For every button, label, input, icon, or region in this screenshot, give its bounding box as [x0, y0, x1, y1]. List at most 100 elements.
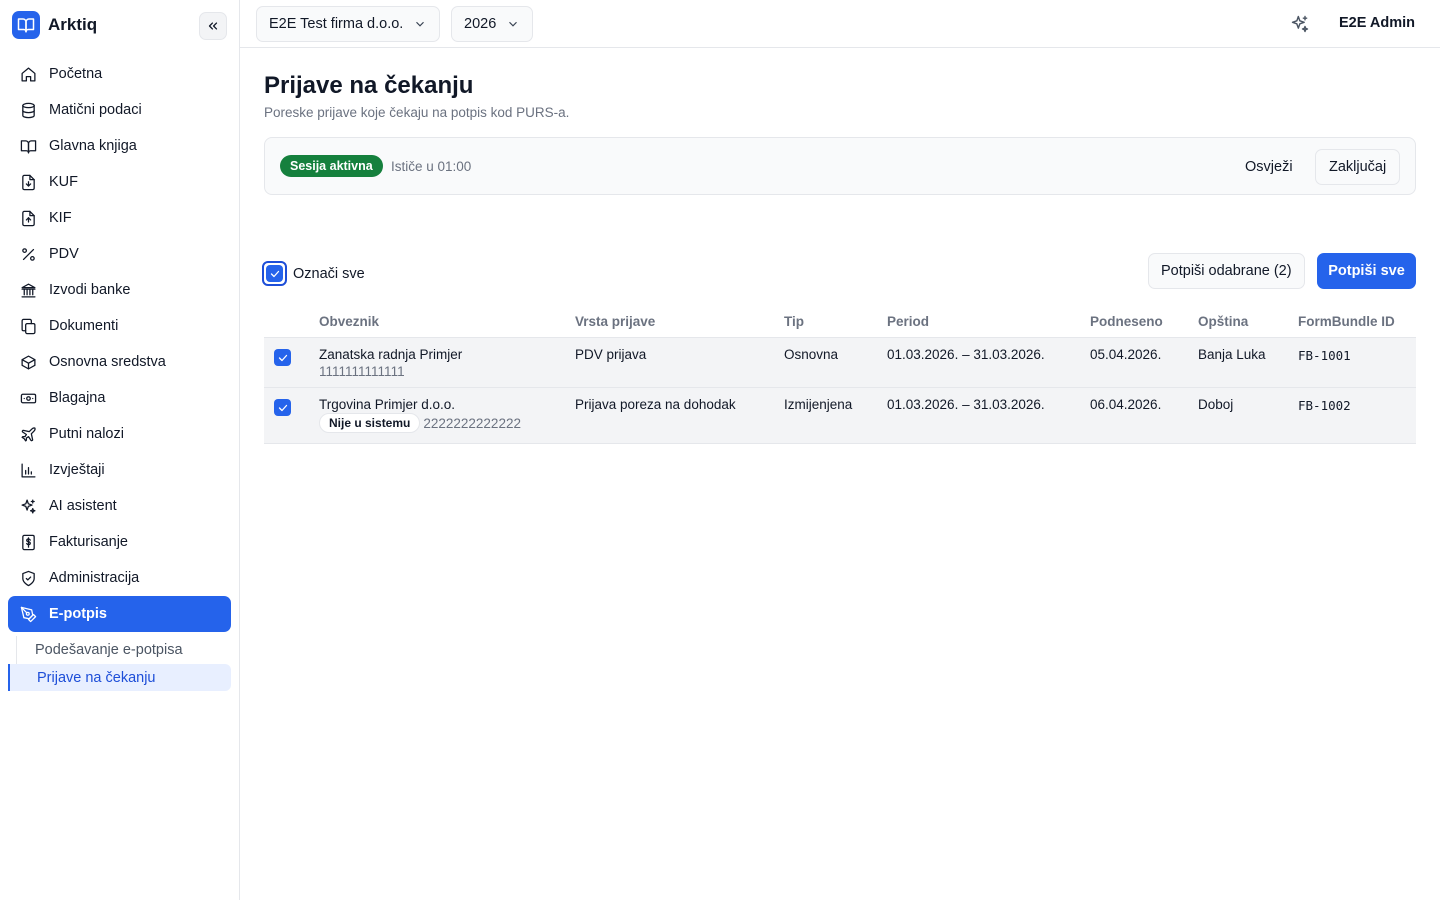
row-checkbox[interactable] — [274, 349, 291, 366]
table-row[interactable]: Trgovina Primjer d.o.o. Nije u sistemu 2… — [264, 388, 1416, 444]
cell-opstina: Doboj — [1198, 397, 1234, 412]
sidebar-item-glavna-knjiga[interactable]: Glavna knjiga — [8, 128, 231, 164]
sidebar-item-label: Administracija — [49, 570, 140, 586]
column-header[interactable]: Tip — [784, 314, 804, 329]
cell-tip: Osnovna — [784, 347, 839, 362]
sidebar-item-putni-nalozi[interactable]: Putni nalozi — [8, 416, 231, 452]
sidebar-item-pocetna[interactable]: Početna — [8, 56, 231, 92]
cell-form-bundle-id: FB-1001 — [1298, 348, 1351, 363]
user-menu[interactable]: E2E Admin — [1339, 15, 1415, 31]
table-header: Obveznik Vrsta prijave Tip Period Podnes… — [264, 305, 1416, 338]
cell-podneseno: 06.04.2026. — [1090, 397, 1162, 412]
chevron-down-icon — [509, 21, 518, 27]
sidebar-subitem-podesavanje[interactable]: Podešavanje e-potpisa — [9, 636, 231, 663]
percent-icon — [19, 245, 37, 263]
sidebar-item-label: Početna — [49, 66, 103, 82]
e-potpis-subnav: Podešavanje e-potpisa Prijave na čekanju — [8, 636, 231, 691]
sidebar-item-label: AI asistent — [49, 498, 117, 514]
page-title: Prijave na čekanju — [264, 72, 474, 99]
taxpayer-name: Trgovina Primjer d.o.o. — [319, 397, 456, 412]
sidebar-item-blagajna[interactable]: Blagajna — [8, 380, 231, 416]
table-row[interactable]: Zanatska radnja Primjer 1111111111111 PD… — [264, 338, 1416, 388]
pending-filings-table: Obveznik Vrsta prijave Tip Period Podnes… — [264, 305, 1416, 444]
sign-all-button[interactable]: Potpiši sve — [1317, 253, 1416, 289]
sidebar-item-administracija[interactable]: Administracija — [8, 560, 231, 596]
cell-obveznik: Trgovina Primjer d.o.o. Nije u sistemu 2… — [319, 397, 521, 433]
year-select[interactable]: 2026 — [451, 6, 534, 42]
refresh-button[interactable]: Osvježi — [1233, 149, 1305, 185]
cell-form-bundle-id: FB-1002 — [1298, 398, 1351, 413]
company-select[interactable]: E2E Test firma d.o.o. — [256, 6, 441, 42]
column-header[interactable]: Obveznik — [319, 314, 379, 329]
sidebar-item-izvjestaji[interactable]: Izvještaji — [8, 452, 231, 488]
chevrons-left-icon — [208, 22, 218, 30]
brand[interactable]: Arktiq — [12, 11, 97, 39]
sign-selected-button[interactable]: Potpiši odabrane (2) — [1148, 253, 1305, 289]
ai-sparkles-button[interactable] — [1290, 14, 1310, 34]
column-header[interactable]: Podneseno — [1090, 314, 1163, 329]
sidebar-item-label: Dokumenti — [49, 318, 119, 334]
sidebar-item-fakturisanje[interactable]: Fakturisanje — [8, 524, 231, 560]
sidebar-item-label: KIF — [49, 210, 72, 226]
database-icon — [19, 101, 37, 119]
cell-opstina: Banja Luka — [1198, 347, 1266, 362]
sidebar-item-label: Osnovna sredstva — [49, 354, 166, 370]
company-select-value: E2E Test firma d.o.o. — [269, 16, 404, 32]
column-header[interactable]: Vrsta prijave — [575, 314, 655, 329]
sidebar-nav: Početna Matični podaci Glavna knjiga KUF… — [8, 56, 231, 692]
taxpayer-meta: Nije u sistemu 2222222222222 — [319, 413, 521, 433]
collapse-sidebar-button[interactable] — [199, 12, 227, 40]
sidebar: Arktiq Početna Matični podaci Glavna knj… — [0, 0, 240, 900]
lock-button[interactable]: Zaključaj — [1315, 149, 1401, 185]
chart-icon — [19, 461, 37, 479]
sidebar-item-e-potpis[interactable]: E-potpis — [8, 596, 231, 632]
sidebar-item-label: Fakturisanje — [49, 534, 128, 550]
bank-icon — [19, 281, 37, 299]
file-out-icon — [19, 209, 37, 227]
cell-tip: Izmijenjena — [784, 397, 853, 412]
year-select-value: 2026 — [464, 16, 497, 32]
invoice-icon — [19, 533, 37, 551]
column-header[interactable]: Period — [887, 314, 929, 329]
check-icon — [278, 354, 287, 361]
cell-vrsta: Prijava poreza na dohodak — [575, 397, 736, 412]
sidebar-subitem-prijave-na-cekanju[interactable]: Prijave na čekanju — [8, 664, 231, 691]
sidebar-item-kuf[interactable]: KUF — [8, 164, 231, 200]
session-status-badge: Sesija aktivna — [280, 155, 383, 177]
taxpayer-id: 2222222222222 — [423, 415, 521, 431]
column-header[interactable]: FormBundle ID — [1298, 314, 1395, 329]
session-card: Sesija aktivna Ističe u 01:00 Osvježi Za… — [264, 137, 1416, 195]
box-icon — [19, 353, 37, 371]
taxpayer-id: 1111111111111 — [319, 364, 405, 379]
sidebar-item-izvodi-banke[interactable]: Izvodi banke — [8, 272, 231, 308]
sidebar-item-label: Matični podaci — [49, 102, 142, 118]
sidebar-item-pdv[interactable]: PDV — [8, 236, 231, 272]
cell-period: 01.03.2026. – 31.03.2026. — [887, 397, 1045, 412]
sidebar-item-label: Izvodi banke — [49, 282, 131, 298]
sidebar-item-ai-asistent[interactable]: AI asistent — [8, 488, 231, 524]
taxpayer-name: Zanatska radnja Primjer — [319, 347, 463, 362]
sidebar-item-kif[interactable]: KIF — [8, 200, 231, 236]
not-in-system-badge: Nije u sistemu — [319, 413, 421, 433]
cell-vrsta: PDV prijava — [575, 347, 647, 362]
select-all-label: Označi sve — [293, 265, 365, 282]
documents-icon — [19, 317, 37, 335]
select-all-checkbox[interactable]: Označi sve — [262, 261, 365, 286]
plane-icon — [19, 425, 37, 443]
sidebar-subitem-label: Podešavanje e-potpisa — [35, 641, 183, 658]
sparkles-icon — [1291, 15, 1309, 33]
page-subtitle: Poreske prijave koje čekaju na potpis ko… — [264, 105, 570, 120]
check-icon — [278, 404, 287, 411]
app-name: Arktiq — [48, 15, 98, 34]
sidebar-item-maticni-podaci[interactable]: Matični podaci — [8, 92, 231, 128]
sidebar-item-osnovna-sredstva[interactable]: Osnovna sredstva — [8, 344, 231, 380]
shield-icon — [19, 569, 37, 587]
cell-obveznik: Zanatska radnja Primjer 1111111111111 — [319, 347, 462, 379]
sidebar-item-label: Blagajna — [49, 390, 106, 406]
sidebar-item-label: PDV — [49, 246, 79, 262]
row-checkbox[interactable] — [274, 399, 291, 416]
sidebar-item-dokumenti[interactable]: Dokumenti — [8, 308, 231, 344]
check-icon — [270, 270, 279, 277]
column-header[interactable]: Opština — [1198, 314, 1248, 329]
checkbox-checked — [266, 265, 283, 282]
